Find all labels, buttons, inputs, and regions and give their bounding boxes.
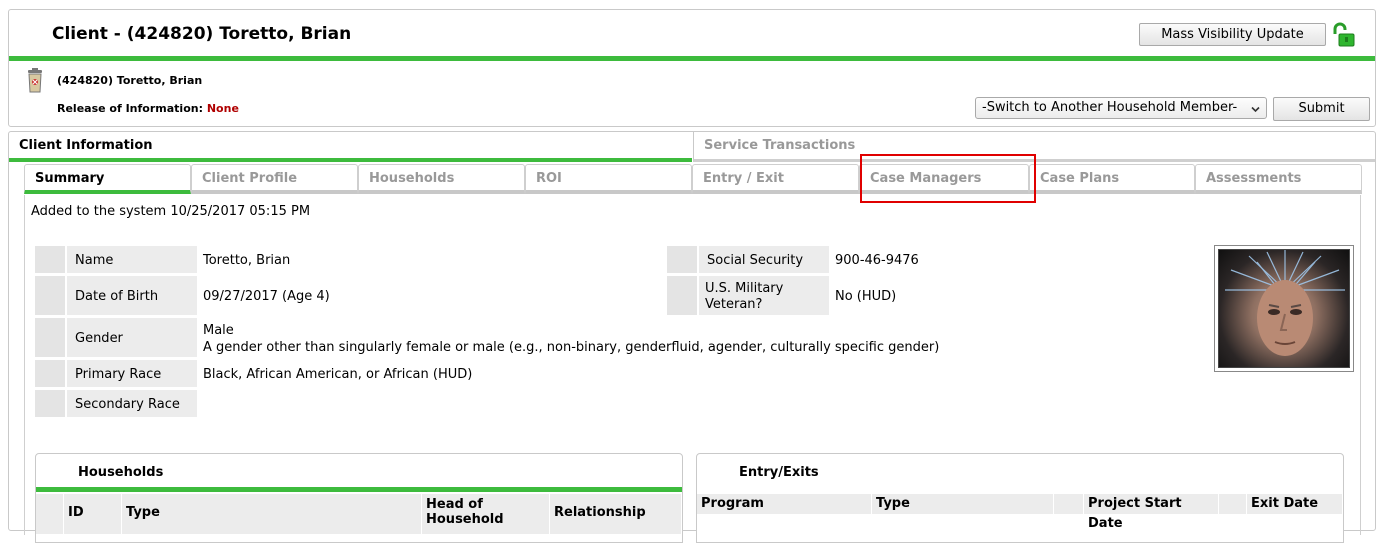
- veteran-value: No (HUD): [835, 289, 897, 304]
- column-header-project-start-date[interactable]: Project Start Date: [1084, 494, 1219, 531]
- dob-value: 09/27/2017 (Age 4): [203, 289, 330, 304]
- ssn-label: Social Security: [707, 253, 804, 268]
- tab-client-information[interactable]: Client Information: [9, 132, 692, 162]
- label-spacer: [667, 246, 697, 273]
- column-header-head-of-household[interactable]: Head of Household: [422, 494, 550, 534]
- households-panel: Households ID Type Head of Household Rel…: [35, 453, 683, 543]
- tab-households[interactable]: Households: [358, 164, 525, 194]
- primary-race-value: Black, African American, or African (HUD…: [203, 367, 473, 382]
- veteran-label-line2: Veteran?: [705, 297, 763, 312]
- column-header-blank: [1219, 494, 1247, 514]
- column-header-relationship[interactable]: Relationship: [550, 494, 682, 534]
- column-header-head-line1: Head of: [426, 497, 483, 512]
- secondary-race-label: Secondary Race: [75, 397, 180, 412]
- name-value: Toretto, Brian: [203, 253, 291, 268]
- page-title: Client - (424820) Toretto, Brian: [52, 24, 352, 44]
- label-spacer: [35, 246, 65, 273]
- client-header: Client - (424820) Toretto, Brian Mass Vi…: [8, 9, 1376, 127]
- gender-value-line1: Male: [203, 323, 234, 338]
- summary-content: Added to the system 10/25/2017 05:15 PM …: [24, 195, 1361, 543]
- switch-member-selected: -Switch to Another Household Member-: [982, 100, 1238, 115]
- release-of-information: Release of Information: None: [57, 102, 239, 115]
- label-spacer: [35, 318, 65, 357]
- ssn-value: 900-46-9476: [835, 253, 919, 268]
- roi-value: None: [206, 102, 239, 115]
- mass-visibility-update-button[interactable]: Mass Visibility Update: [1139, 23, 1326, 46]
- primary-race-label: Primary Race: [75, 367, 162, 382]
- submit-button[interactable]: Submit: [1273, 97, 1370, 121]
- trash-can-icon[interactable]: [25, 68, 45, 94]
- column-header-blank: [1054, 494, 1084, 514]
- label-spacer: [35, 390, 65, 417]
- label-spacer: [35, 360, 65, 387]
- label-spacer: [667, 276, 697, 315]
- gender-label: Gender: [75, 331, 123, 346]
- entry-exits-panel: Entry/Exits Program Type Project Start D…: [696, 453, 1344, 543]
- column-header-program[interactable]: Program: [697, 494, 872, 514]
- tab-entry-exit[interactable]: Entry / Exit: [692, 164, 859, 194]
- column-header-type[interactable]: Type: [122, 494, 422, 534]
- column-header-type[interactable]: Type: [872, 494, 1054, 514]
- entry-exits-panel-title: Entry/Exits: [739, 465, 819, 480]
- name-label: Name: [75, 253, 114, 268]
- tab-case-plans[interactable]: Case Plans: [1029, 164, 1195, 194]
- main-tab-container: Client Information Service Transactions …: [8, 131, 1376, 543]
- client-photo[interactable]: [1214, 245, 1354, 372]
- dob-label: Date of Birth: [75, 289, 159, 304]
- chevron-down-icon: [1250, 102, 1261, 113]
- tab-roi[interactable]: ROI: [525, 164, 692, 194]
- column-header-exit-date[interactable]: Exit Date: [1247, 494, 1343, 514]
- gender-value-line2: A gender other than singularly female or…: [203, 340, 940, 355]
- client-photo-image: [1218, 249, 1350, 368]
- column-header-id[interactable]: ID: [64, 494, 122, 534]
- column-header-blank: [36, 494, 64, 534]
- tab-assessments[interactable]: Assessments: [1195, 164, 1362, 194]
- client-id-name: (424820) Toretto, Brian: [57, 74, 203, 87]
- veteran-label-line1: U.S. Military: [705, 281, 784, 296]
- added-to-system-line: Added to the system 10/25/2017 05:15 PM: [31, 204, 311, 219]
- tab-summary[interactable]: Summary: [24, 164, 191, 194]
- switch-household-member-select[interactable]: -Switch to Another Household Member-: [975, 97, 1267, 119]
- tab-client-profile[interactable]: Client Profile: [191, 164, 358, 194]
- panel-accent-bar: [36, 487, 682, 492]
- header-accent-bar: [9, 56, 1375, 61]
- unlocked-padlock-icon[interactable]: [1330, 22, 1356, 48]
- households-panel-title: Households: [78, 465, 164, 480]
- roi-label: Release of Information:: [57, 102, 203, 115]
- label-spacer: [35, 276, 65, 315]
